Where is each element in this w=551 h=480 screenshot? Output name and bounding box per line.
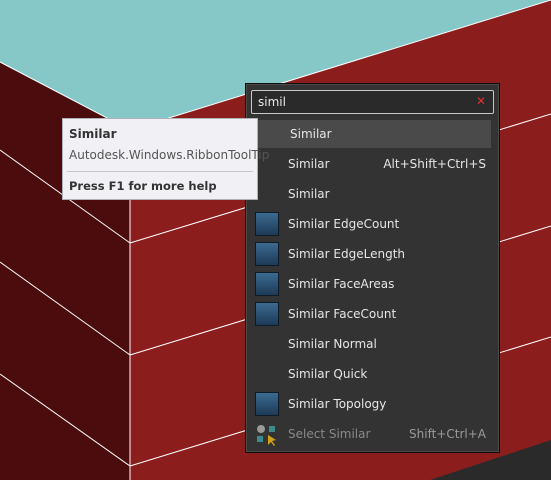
clear-search-icon[interactable]: ✕ [476, 95, 486, 107]
search-box: ✕ [251, 90, 494, 114]
blue-thumbnail-icon [255, 242, 279, 266]
result-item[interactable]: Similar EdgeLength [252, 240, 495, 268]
result-label: Similar [290, 127, 332, 141]
result-item[interactable]: Similar FaceAreas [252, 270, 495, 298]
result-label: Similar [288, 187, 330, 201]
result-label: Similar Quick [288, 367, 368, 381]
result-label: Similar EdgeLength [288, 247, 405, 261]
result-item[interactable]: Similar [252, 120, 491, 148]
result-label: Similar EdgeCount [288, 217, 400, 231]
command-search-popup: ✕ SimilarSimilarAlt+Shift+Ctrl+SSimilarS… [245, 83, 500, 453]
blue-thumbnail-icon [255, 272, 279, 296]
tooltip-help-text: Press F1 for more help [69, 179, 217, 193]
tooltip-subtitle: Autodesk.Windows.RibbonToolTip [69, 148, 270, 162]
result-label: Select Similar [288, 427, 371, 441]
result-label: Similar Topology [288, 397, 387, 411]
result-label: Similar Normal [288, 337, 377, 351]
result-label: Similar [288, 157, 330, 171]
blue-thumbnail-icon [255, 392, 279, 416]
command-tooltip: Similar Autodesk.Windows.RibbonToolTip P… [62, 118, 269, 200]
select-similar-icon [255, 423, 279, 447]
blue-thumbnail-icon [255, 302, 279, 326]
result-label: Similar FaceAreas [288, 277, 395, 291]
result-item[interactable]: Similar Alt+Shift+Ctrl+S [252, 150, 495, 178]
result-label: Similar FaceCount [288, 307, 397, 321]
search-input[interactable] [252, 91, 473, 113]
result-item[interactable]: Similar FaceCount [252, 300, 495, 328]
tooltip-divider [67, 171, 253, 172]
result-shortcut: Shift+Ctrl+A [409, 427, 486, 441]
result-item[interactable]: Similar EdgeCount [252, 210, 495, 238]
result-item[interactable]: Similar Quick [252, 360, 495, 388]
result-item[interactable]: Similar Topology [252, 390, 495, 418]
blue-thumbnail-icon [255, 212, 279, 236]
result-item[interactable]: Select Similar Shift+Ctrl+A [252, 420, 495, 448]
result-item[interactable]: Similar [252, 180, 495, 208]
tooltip-title: Similar [69, 127, 117, 141]
result-item[interactable]: Similar Normal [252, 330, 495, 358]
result-shortcut: Alt+Shift+Ctrl+S [383, 157, 486, 171]
